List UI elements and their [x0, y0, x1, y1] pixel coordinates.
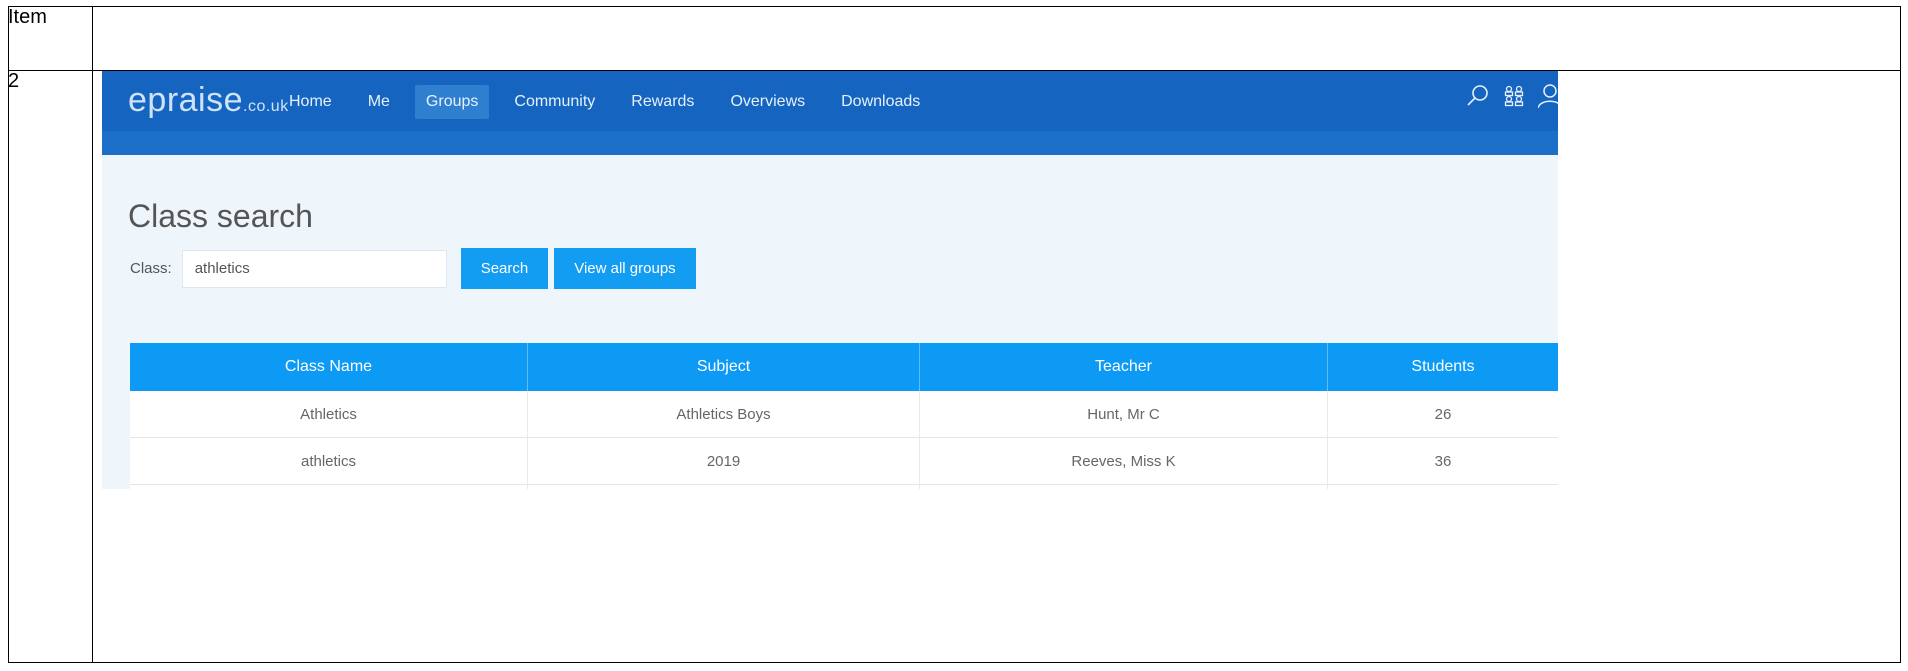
nav-overviews[interactable]: Overviews	[719, 85, 816, 119]
cell-students: 26	[1434, 405, 1452, 423]
results-table: Class Name Subject Teacher Students Athl…	[130, 343, 1558, 489]
header-teacher[interactable]: Teacher	[920, 343, 1328, 391]
cell-subject: 2019	[528, 438, 920, 484]
cell-students: 36	[1434, 452, 1452, 470]
row-number: 2	[8, 70, 20, 92]
view-all-groups-button[interactable]: View all groups	[554, 248, 696, 289]
header-item-label: Item	[8, 6, 47, 28]
cell-subject: Athletics Boys	[528, 391, 920, 437]
search-button[interactable]: Search	[460, 248, 549, 289]
cell-empty	[1328, 485, 1558, 489]
nav-community[interactable]: Community	[503, 85, 606, 119]
header-students[interactable]: Students	[1328, 343, 1558, 391]
nav-downloads[interactable]: Downloads	[830, 85, 931, 119]
table-row-partial	[130, 485, 1558, 489]
top-navbar: epraise.co.uk Home Me Groups Community R…	[102, 71, 1558, 155]
table-row[interactable]: athletics 2019 Reeves, Miss K 36	[130, 438, 1558, 485]
table-header: Class Name Subject Teacher Students	[130, 343, 1558, 391]
groups-icon[interactable]	[1502, 84, 1526, 108]
cell-class-name: athletics	[130, 438, 528, 484]
header-subject[interactable]: Subject	[528, 343, 920, 391]
class-label: Class:	[130, 260, 172, 277]
nav-rewards[interactable]: Rewards	[620, 85, 705, 119]
nav-icons	[1466, 83, 1558, 109]
navbar-strip	[102, 131, 1558, 155]
nav-groups[interactable]: Groups	[414, 85, 490, 119]
cell-teacher: Hunt, Mr C	[920, 391, 1328, 437]
cell-empty	[528, 485, 920, 489]
cell-class-name: Athletics	[130, 391, 528, 437]
class-search-input[interactable]	[181, 249, 447, 288]
table-row[interactable]: Athletics Athletics Boys Hunt, Mr C 26	[130, 391, 1558, 438]
search-icon[interactable]	[1466, 84, 1490, 108]
header-class-name[interactable]: Class Name	[130, 343, 528, 391]
table-divider-vertical	[92, 7, 93, 662]
logo[interactable]: epraise.co.uk	[128, 81, 289, 120]
cell-empty	[130, 485, 528, 489]
page-title: Class search	[128, 198, 313, 234]
cell-empty	[920, 485, 1328, 489]
app-screenshot: epraise.co.uk Home Me Groups Community R…	[102, 71, 1558, 489]
user-icon[interactable]	[1538, 83, 1558, 109]
nav-home[interactable]: Home	[278, 85, 343, 119]
main-nav: Home Me Groups Community Rewards Overvie…	[278, 85, 945, 119]
logo-text: epraise	[128, 81, 244, 119]
cell-teacher: Reeves, Miss K	[920, 438, 1328, 484]
nav-me[interactable]: Me	[357, 85, 401, 119]
search-form: Class: Search View all groups	[130, 248, 702, 289]
